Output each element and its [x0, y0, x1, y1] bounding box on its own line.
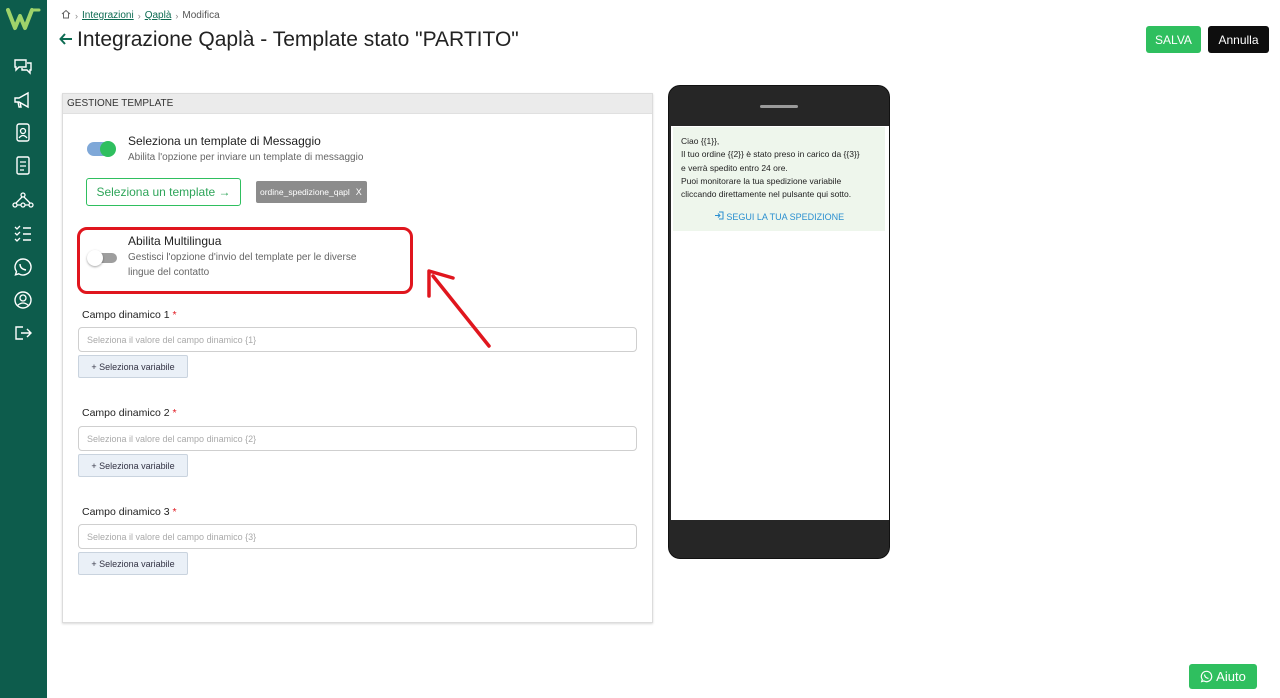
select-variable-button-2[interactable]: + Seleziona variabile — [78, 454, 188, 477]
contacts-icon[interactable] — [11, 121, 35, 145]
select-variable-button-3[interactable]: + Seleziona variabile — [78, 552, 188, 575]
toggle-knob — [87, 250, 103, 266]
whatsapp-icon[interactable] — [11, 255, 35, 279]
message-line: cliccando direttamente nel pulsante qui … — [681, 189, 852, 200]
select-template-button[interactable]: Seleziona un template → — [86, 178, 241, 206]
dynamic-field-2-input[interactable] — [78, 426, 637, 451]
chevron-right-icon: › — [175, 10, 179, 21]
multilang-toggle[interactable] — [87, 250, 117, 266]
help-label: Aiuto — [1216, 669, 1246, 684]
required-marker: * — [172, 309, 177, 321]
template-chip-label: ordine_spedizione_qapl — [260, 187, 350, 197]
template-option-description: Abilita l'opzione per inviare un templat… — [128, 152, 364, 163]
annotation-arrow — [427, 269, 491, 348]
document-icon[interactable] — [11, 154, 35, 178]
flow-icon[interactable] — [11, 188, 35, 212]
message-line: Puoi monitorare la tua spedizione variab… — [681, 175, 842, 186]
template-chip: ordine_spedizione_qapl X — [256, 181, 367, 203]
message-line: Ciao {{1}}, — [681, 136, 720, 146]
template-option-title: Seleziona un template di Messaggio — [128, 134, 321, 148]
template-management-card: GESTIONE TEMPLATE Seleziona un template … — [62, 93, 653, 623]
title-row: Integrazione Qaplà - Template stato "PAR… — [59, 28, 519, 52]
multilang-option-description-line1: Gestisci l'opzione d'invio del template … — [128, 252, 357, 263]
chevron-right-icon: › — [75, 10, 78, 21]
toggle-knob — [100, 141, 116, 157]
remove-chip-button[interactable]: X — [356, 187, 362, 197]
breadcrumb: › Integrazioni › Qaplà › Modifica — [61, 9, 220, 22]
phone-screen: Ciao {{1}}, Il tuo ordine {{2}} è stato … — [671, 126, 889, 520]
field-label-text: Campo dinamico 1 — [82, 309, 170, 321]
multilang-option-title: Abilita Multilingua — [128, 234, 222, 248]
field-label-text: Campo dinamico 2 — [82, 407, 170, 419]
open-link-icon — [714, 211, 724, 220]
user-icon[interactable] — [11, 288, 35, 312]
main-content: › Integrazioni › Qaplà › Modifica Integr… — [47, 0, 1280, 698]
megaphone-icon[interactable] — [11, 88, 35, 112]
field-label-text: Campo dinamico 3 — [82, 506, 170, 518]
checklist-icon[interactable] — [11, 221, 35, 245]
app-logo[interactable] — [6, 6, 42, 32]
field-label-3: Campo dinamico 3 * — [82, 506, 177, 518]
message-line: e verrà spedito entro 24 ore. — [681, 162, 788, 173]
phone-preview: Ciao {{1}}, Il tuo ordine {{2}} è stato … — [668, 85, 890, 559]
field-label-2: Campo dinamico 2 * — [82, 407, 177, 419]
required-marker: * — [172, 506, 177, 518]
track-shipment-button[interactable]: SEGUI LA TUA SPEDIZIONE — [673, 211, 885, 224]
phone-speaker — [760, 105, 798, 108]
template-toggle[interactable] — [87, 141, 116, 157]
track-shipment-label: SEGUI LA TUA SPEDIZIONE — [726, 212, 845, 222]
message-line: Il tuo ordine {{2}} è stato preso in car… — [681, 149, 860, 160]
required-marker: * — [172, 407, 177, 419]
field-label-1: Campo dinamico 1 * — [82, 309, 177, 321]
chat-icon[interactable] — [11, 54, 35, 78]
save-button[interactable]: SALVA — [1146, 26, 1201, 53]
dynamic-field-1-input[interactable] — [78, 327, 637, 352]
whatsapp-icon — [1200, 670, 1213, 683]
breadcrumb-integrations[interactable]: Integrazioni — [82, 10, 134, 21]
back-arrow-icon[interactable] — [59, 29, 73, 52]
logout-icon[interactable] — [11, 321, 35, 345]
select-variable-button-1[interactable]: + Seleziona variabile — [78, 355, 188, 378]
sidebar — [0, 0, 47, 698]
message-bubble: Ciao {{1}}, Il tuo ordine {{2}} è stato … — [673, 127, 885, 231]
help-button[interactable]: Aiuto — [1189, 664, 1257, 689]
breadcrumb-qapla[interactable]: Qaplà — [145, 10, 172, 21]
dynamic-field-3-input[interactable] — [78, 524, 637, 549]
home-icon[interactable] — [61, 9, 71, 22]
card-header: GESTIONE TEMPLATE — [63, 94, 652, 114]
cancel-button[interactable]: Annulla — [1208, 26, 1269, 53]
breadcrumb-current: Modifica — [182, 10, 220, 21]
chevron-right-icon: › — [137, 10, 141, 21]
multilang-option-description-line2: lingue del contatto — [128, 267, 210, 278]
page-title: Integrazione Qaplà - Template stato "PAR… — [77, 28, 519, 51]
